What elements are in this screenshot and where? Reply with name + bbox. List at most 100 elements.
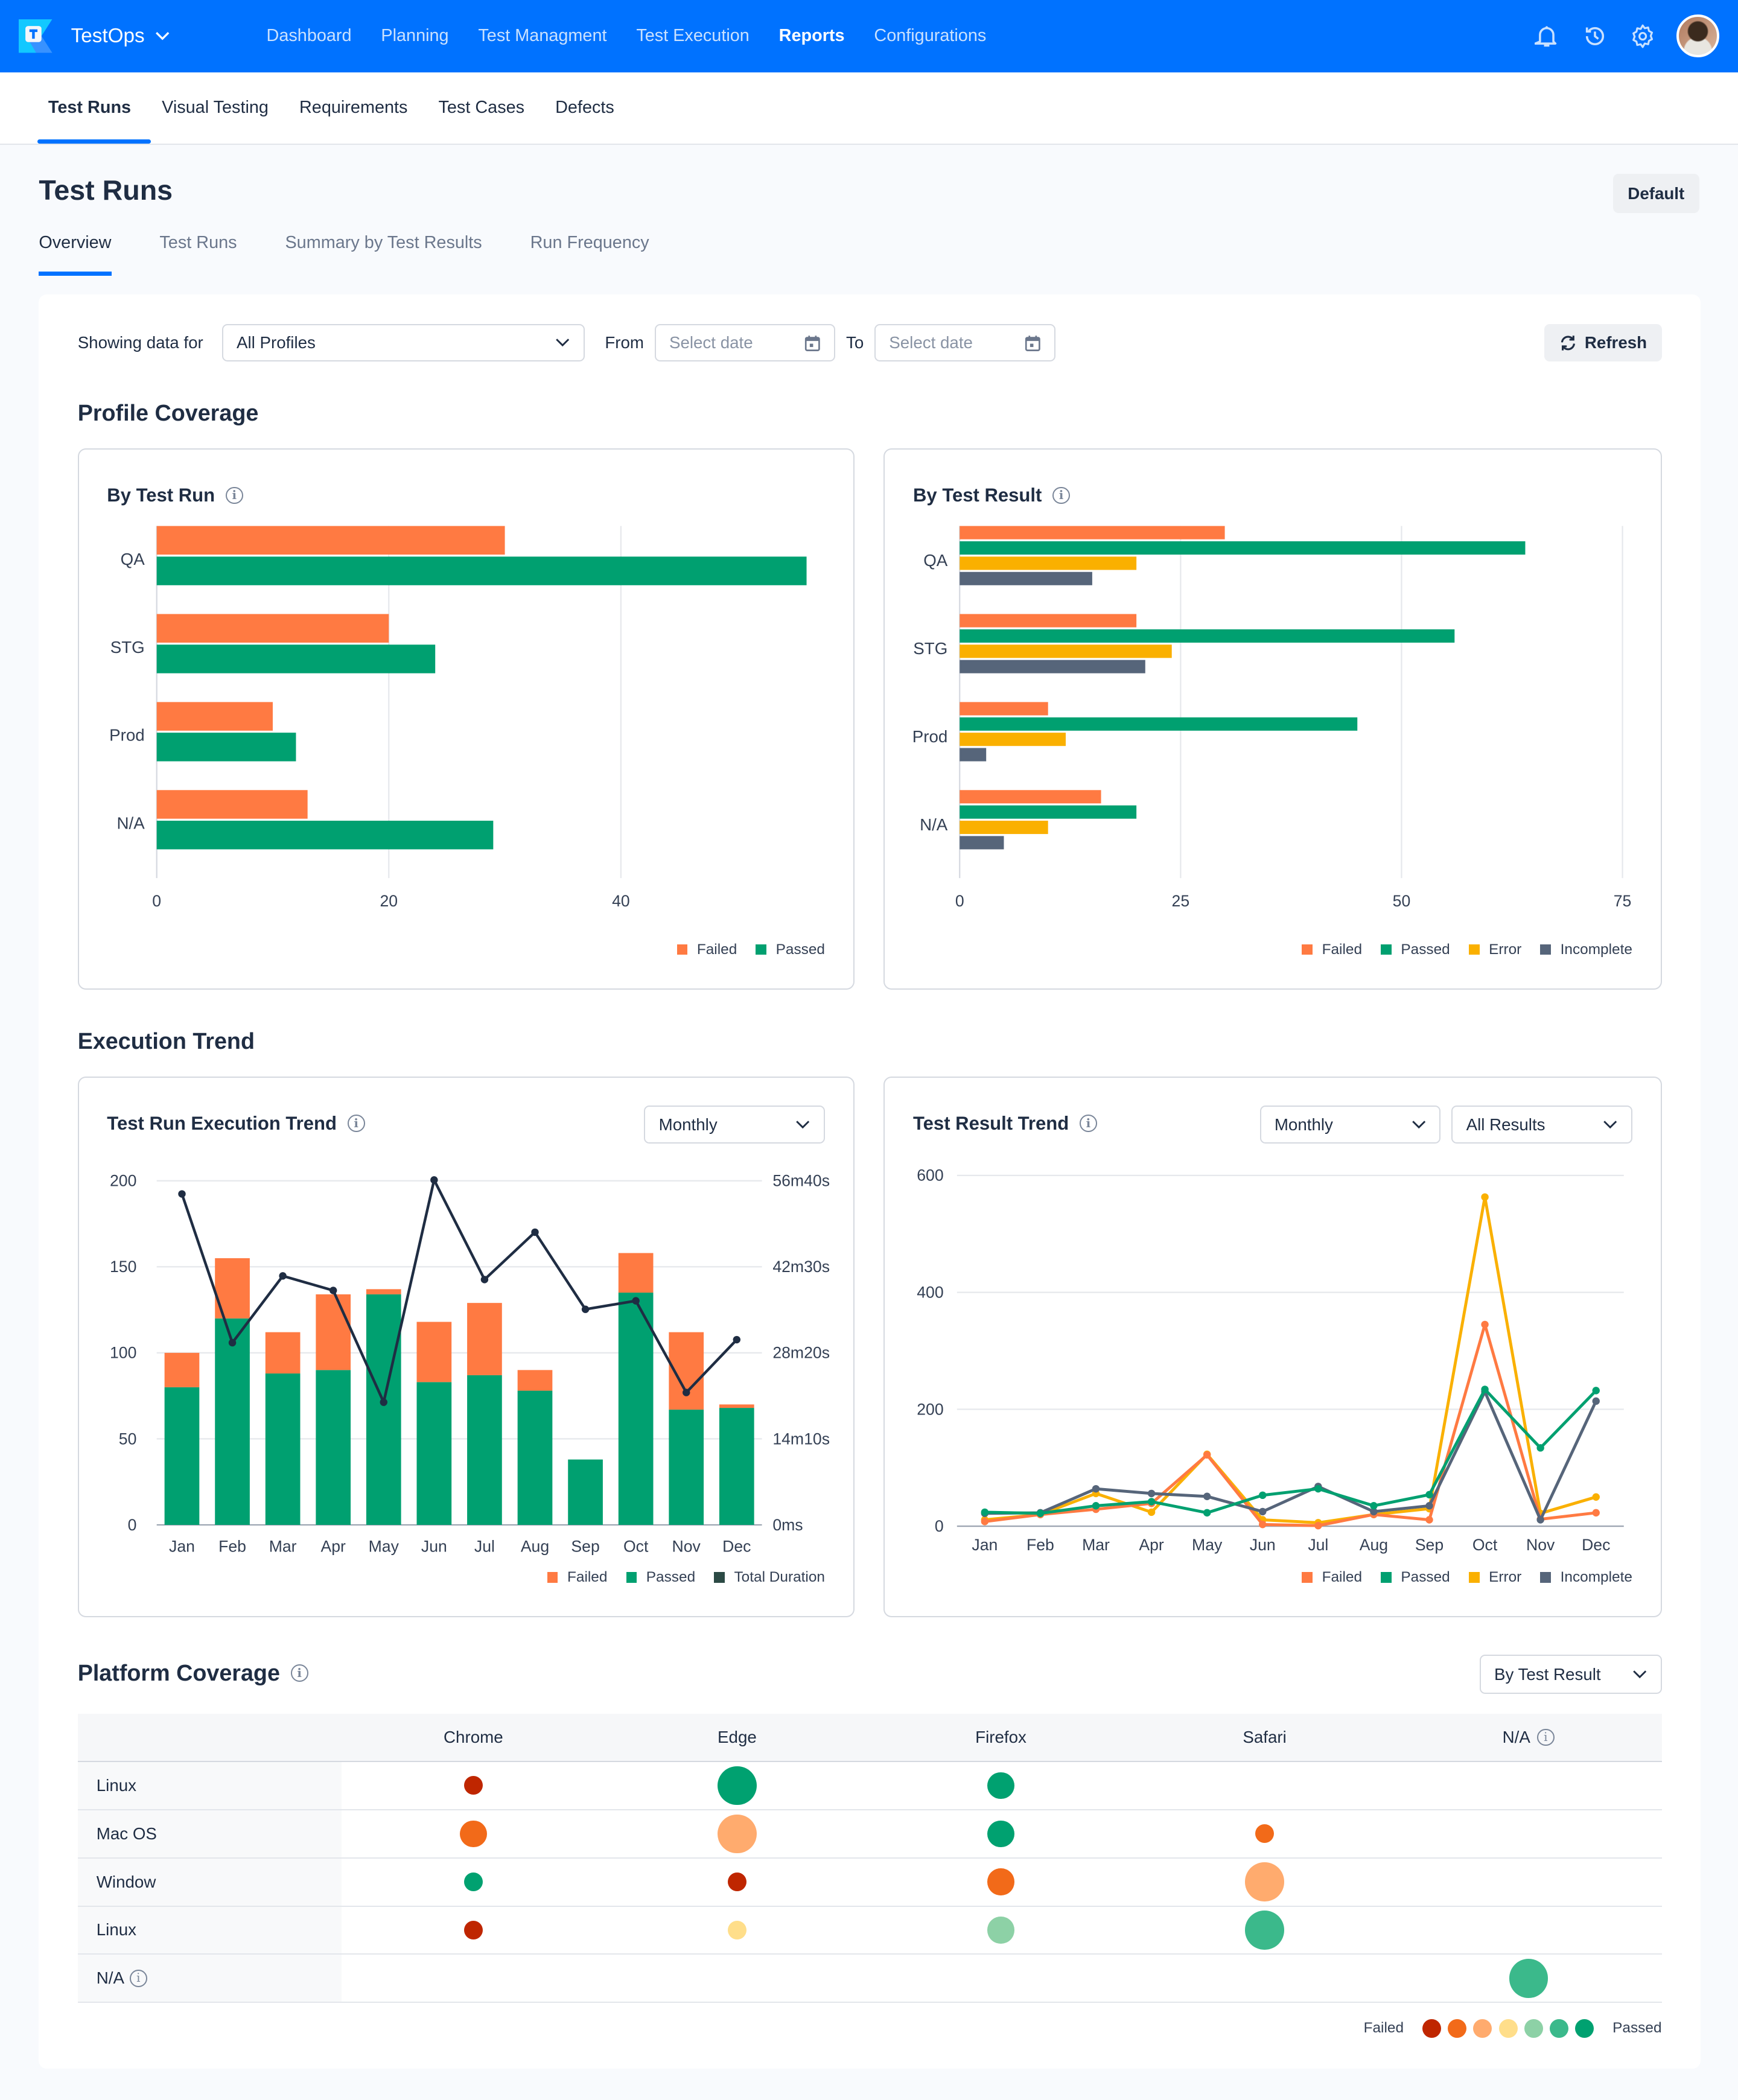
coverage-dot[interactable] — [987, 1820, 1014, 1847]
coverage-cell — [342, 1762, 605, 1809]
legend-scale-dot — [1575, 2019, 1594, 2038]
chevron-down-icon — [156, 32, 170, 40]
subnav-test-runs[interactable]: Test Runs — [37, 72, 151, 144]
info-icon[interactable]: i — [129, 1969, 147, 1987]
coverage-dot[interactable] — [1255, 1824, 1275, 1844]
bar-failed — [156, 614, 389, 643]
from-date-input[interactable]: Select date — [654, 323, 836, 362]
coverage-dot[interactable] — [718, 1766, 757, 1806]
from-date-placeholder: Select date — [669, 333, 753, 352]
info-icon[interactable]: i — [1079, 1115, 1097, 1132]
by-test-run-title: By Test Run i — [107, 485, 243, 506]
brand-name: TestOps — [71, 24, 145, 47]
y-category-label: STG — [914, 639, 948, 658]
execution-period-select[interactable]: Monthly — [644, 1106, 825, 1144]
coverage-dot[interactable] — [463, 1872, 483, 1892]
tab-overview[interactable]: Overview — [39, 233, 112, 276]
subnav-visual-testing[interactable]: Visual Testing — [151, 72, 288, 144]
coverage-cell — [605, 1810, 869, 1857]
bar-passed — [466, 1375, 502, 1525]
subnav-test-cases[interactable]: Test Cases — [428, 72, 545, 144]
product-switcher[interactable]: TestOps — [71, 25, 267, 48]
tab-run-frequency[interactable]: Run Frequency — [530, 233, 649, 276]
top-nav-planning[interactable]: Planning — [381, 26, 448, 46]
y-right-tick-label: 56m40s — [772, 1172, 830, 1190]
coverage-dot[interactable] — [987, 1917, 1014, 1944]
info-icon[interactable]: i — [1536, 1728, 1555, 1746]
top-nav-dashboard[interactable]: Dashboard — [267, 26, 352, 46]
coverage-dot[interactable] — [460, 1820, 487, 1847]
top-nav-configurations[interactable]: Configurations — [874, 26, 986, 46]
bar-error — [960, 644, 1173, 658]
bell-icon[interactable] — [1532, 22, 1561, 51]
column-header-na: N/A i — [1396, 1714, 1660, 1761]
coverage-dot[interactable] — [1509, 1959, 1548, 1998]
coverage-dot[interactable] — [1245, 1911, 1284, 1950]
legend-failed-label: Failed — [567, 1569, 608, 1586]
platform-coverage-select[interactable]: By Test Result — [1479, 1655, 1662, 1694]
testops-logo[interactable] — [19, 19, 53, 53]
coverage-cell — [1133, 1762, 1396, 1809]
run-execution-trend-title: Test Run Execution Trend i — [107, 1113, 365, 1134]
x-tick-label: Jan — [972, 1536, 998, 1554]
bar-passed — [366, 1294, 401, 1525]
point-failed — [981, 1518, 989, 1526]
platform-coverage-table: Chrome Edge Firefox Safari N/A i Linux Mac OS Wi… — [77, 1714, 1662, 2003]
y-right-tick-label: 14m10s — [772, 1430, 830, 1448]
coverage-dot[interactable] — [463, 1920, 483, 1940]
coverage-dot[interactable] — [987, 1772, 1014, 1799]
coverage-dot[interactable] — [987, 1868, 1014, 1895]
column-header-label: Chrome — [444, 1727, 503, 1746]
bar-passed — [214, 1318, 250, 1525]
legend-incomplete-label: Incomplete — [1560, 941, 1632, 958]
info-icon[interactable]: i — [290, 1664, 308, 1682]
info-icon[interactable]: i — [225, 486, 243, 504]
refresh-button[interactable]: Refresh — [1544, 323, 1662, 362]
subnav-requirements[interactable]: Requirements — [288, 72, 428, 144]
default-button[interactable]: Default — [1612, 174, 1699, 213]
info-icon[interactable]: i — [347, 1115, 365, 1132]
coverage-cell — [869, 1810, 1133, 1857]
history-icon[interactable] — [1580, 22, 1609, 51]
top-nav-test-management[interactable]: Test Managment — [478, 26, 606, 46]
top-nav-reports[interactable]: Reports — [779, 26, 845, 46]
top-nav-test-execution[interactable]: Test Execution — [636, 26, 749, 46]
result-period-select[interactable]: Monthly — [1259, 1106, 1441, 1144]
bar-failed — [719, 1404, 754, 1408]
x-tick-label: Aug — [521, 1537, 549, 1555]
platform-coverage-legend: Failed Passed — [1364, 2019, 1662, 2038]
coverage-dot[interactable] — [1245, 1862, 1284, 1901]
x-tick-label: Jun — [421, 1537, 447, 1555]
coverage-dot[interactable] — [727, 1920, 746, 1940]
result-filter-value: All Results — [1466, 1115, 1545, 1134]
coverage-cell — [605, 1762, 869, 1809]
legend-incomplete: Incomplete — [1540, 1569, 1632, 1586]
table-row: Window — [77, 1858, 1662, 1907]
bar-failed — [960, 702, 1049, 716]
tab-summary-by-test-results[interactable]: Summary by Test Results — [285, 233, 482, 276]
to-date-placeholder: Select date — [889, 333, 973, 352]
point-passed — [1592, 1387, 1600, 1395]
bar-passed — [316, 1370, 351, 1525]
coverage-dot[interactable] — [718, 1814, 757, 1853]
user-avatar[interactable] — [1676, 14, 1719, 58]
subnav-defects[interactable]: Defects — [544, 72, 634, 144]
to-date-input[interactable]: Select date — [874, 323, 1055, 362]
result-trend-chart: 0 200 400 600 Jan Feb Mar Apr May Jun Jul Aug Sep Oct… — [917, 1166, 1625, 1554]
info-icon[interactable]: i — [1052, 486, 1070, 504]
legend-total-duration-label: Total Duration — [734, 1569, 825, 1586]
bar-passed — [567, 1459, 603, 1525]
coverage-cell — [1396, 1859, 1660, 1906]
profile-select[interactable]: All Profiles — [221, 323, 585, 362]
gear-icon[interactable] — [1628, 22, 1658, 51]
tab-test-runs[interactable]: Test Runs — [159, 233, 237, 276]
x-tick-label: 0 — [152, 892, 161, 910]
bar-incomplete — [960, 748, 987, 762]
coverage-dot[interactable] — [463, 1776, 483, 1795]
execution-period-value: Monthly — [658, 1115, 718, 1134]
coverage-cell — [1396, 1907, 1660, 1954]
result-filter-select[interactable]: All Results — [1451, 1106, 1632, 1144]
coverage-dot[interactable] — [727, 1872, 746, 1892]
line-passed — [985, 1388, 1597, 1515]
legend-failed: Failed — [676, 941, 737, 958]
